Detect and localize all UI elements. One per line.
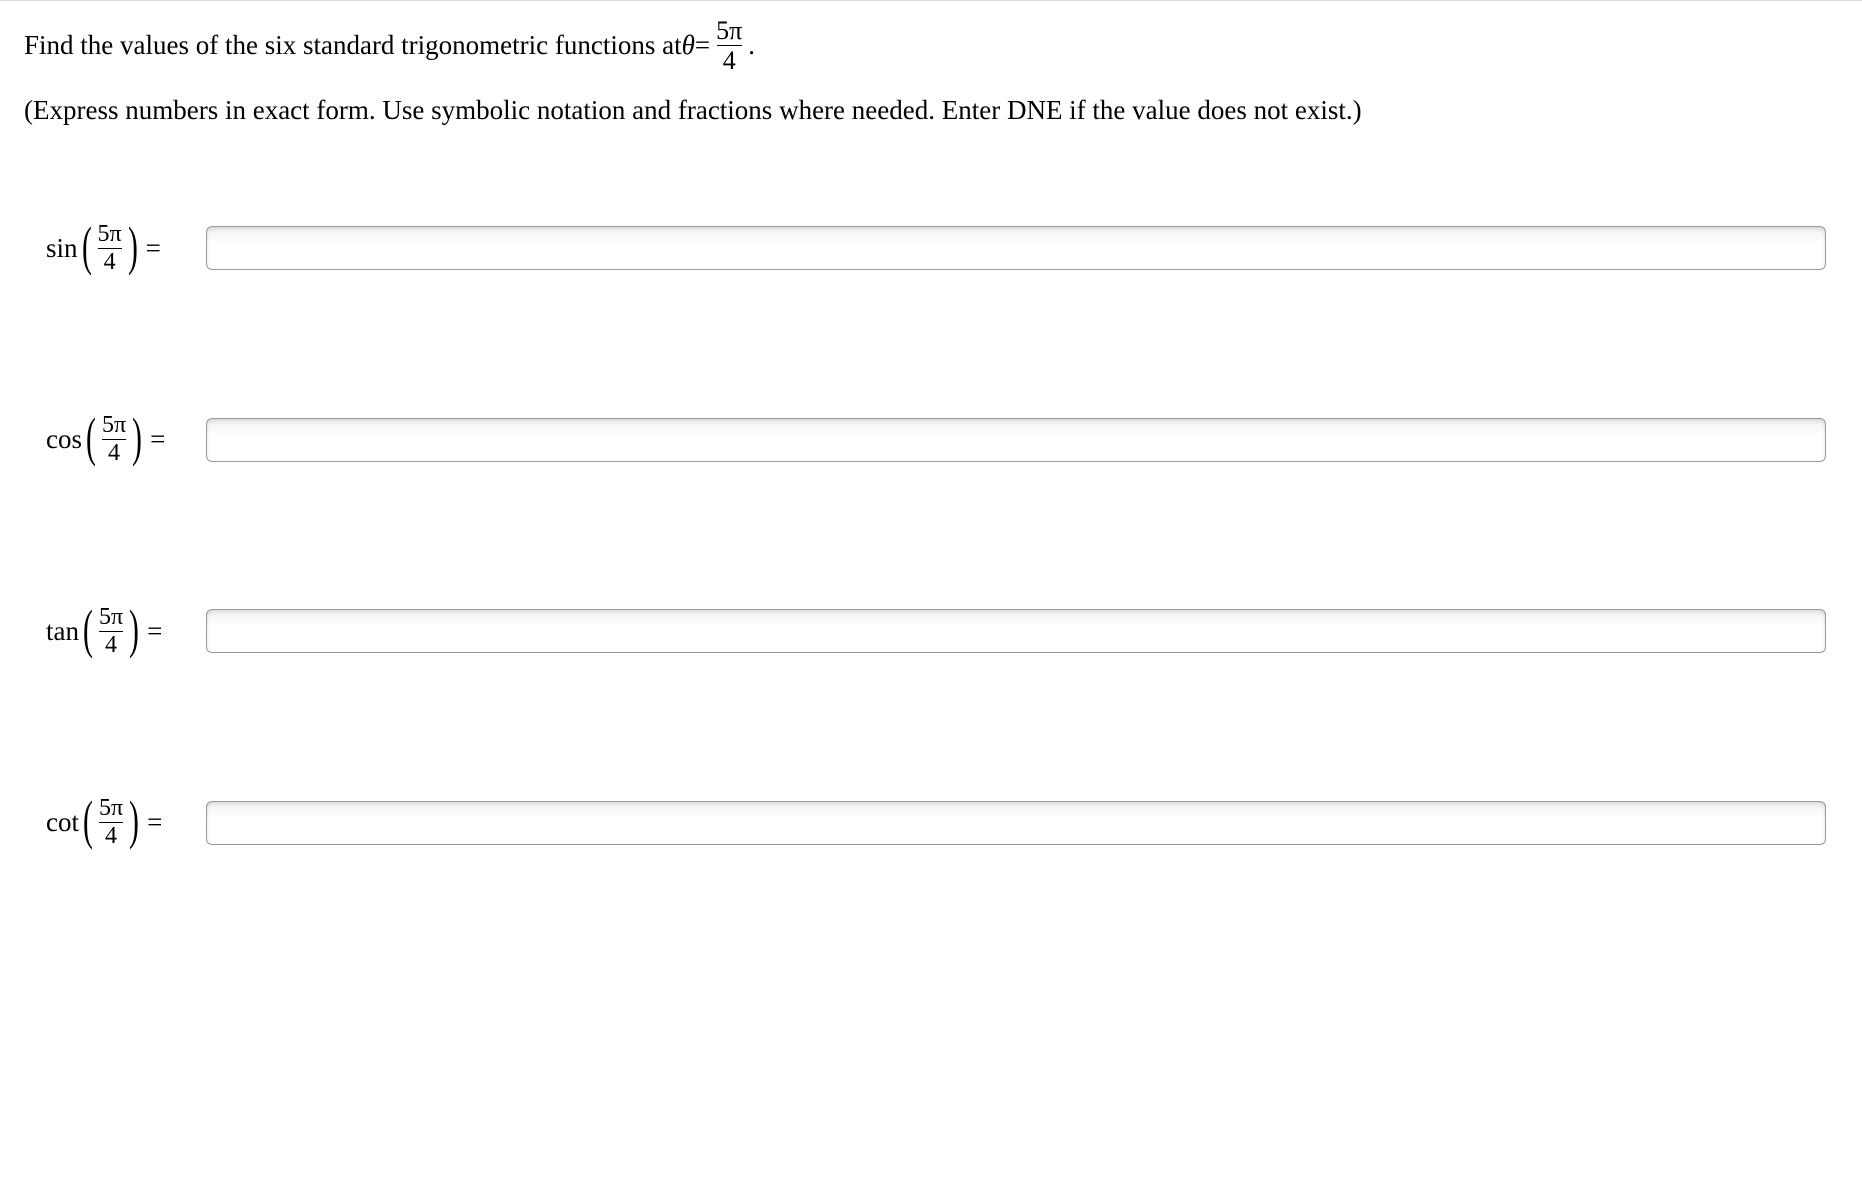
label-cot: cot ( 5π 4 ) = [46,796,206,849]
close-paren: ) [129,608,139,651]
input-cos[interactable] [206,418,1826,462]
answer-row-tan: tan ( 5π 4 ) = [46,605,1838,658]
answer-row-sin: sin ( 5π 4 ) = [46,222,1838,275]
answer-row-cos: cos ( 5π 4 ) = [46,413,1838,466]
input-cot[interactable] [206,801,1826,845]
equals-text: = [695,24,710,67]
open-paren: ( [86,416,96,459]
fn-tan: tan [46,616,79,647]
open-paren: ( [83,799,93,842]
equals-sign: = [147,616,162,647]
equals-sign: = [147,807,162,838]
question-prefix: Find the values of the six standard trig… [24,24,682,67]
theta-numerator: 5π [714,17,744,45]
fn-cos: cos [46,424,82,455]
answer-row-cot: cot ( 5π 4 ) = [46,796,1838,849]
arg-fraction-cos: 5π 4 [100,413,128,466]
arg-fraction-sin: 5π 4 [96,222,124,275]
open-paren: ( [83,608,93,651]
equals-sign: = [150,424,165,455]
theta-denominator: 4 [717,45,742,74]
close-paren: ) [132,416,142,459]
question-container: Find the values of the six standard trig… [0,0,1862,889]
arg-fraction-cot: 5π 4 [97,796,125,849]
fn-cot: cot [46,807,79,838]
input-sin[interactable] [206,226,1826,270]
question-suffix: . [748,24,755,67]
label-tan: tan ( 5π 4 ) = [46,605,206,658]
label-cos: cos ( 5π 4 ) = [46,413,206,466]
close-paren: ) [129,799,139,842]
label-sin: sin ( 5π 4 ) = [46,222,206,275]
answer-list: sin ( 5π 4 ) = cos ( 5π 4 ) = [24,222,1838,850]
input-tan[interactable] [206,609,1826,653]
equals-sign: = [146,233,161,264]
theta-symbol: θ [682,24,695,67]
arg-fraction-tan: 5π 4 [97,605,125,658]
instruction-text: (Express numbers in exact form. Use symb… [24,89,1838,132]
theta-fraction: 5π 4 [714,17,744,75]
question-text: Find the values of the six standard trig… [24,17,1838,75]
fn-sin: sin [46,233,78,264]
open-paren: ( [82,225,92,268]
close-paren: ) [128,225,138,268]
